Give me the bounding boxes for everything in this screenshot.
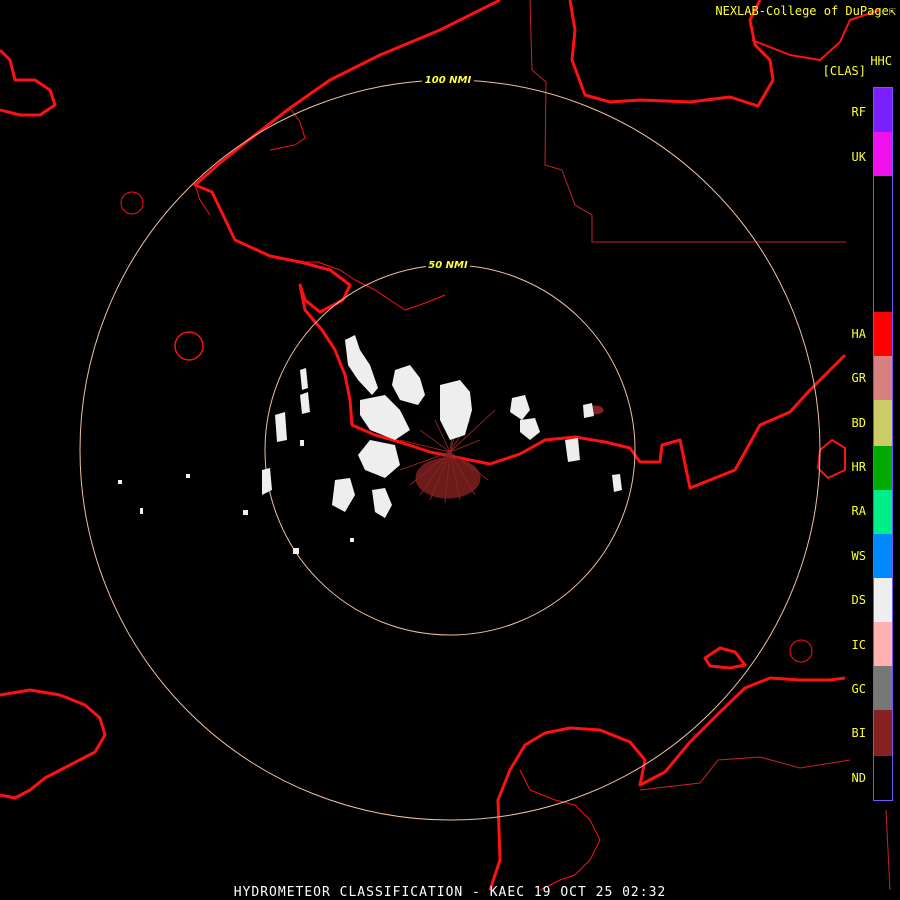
range-ring-label-100: 100 NMI: [425, 75, 472, 86]
legend-swatch-ra: [874, 490, 892, 534]
legend-swatch-nd: [874, 756, 892, 800]
lake-southeast: [789, 639, 813, 663]
legend-swatch-uk: [874, 132, 892, 176]
legend-swatch-bd: [874, 400, 892, 446]
legend-bar: [873, 87, 893, 801]
product-caption: HYDROMETEOR CLASSIFICATION - KAEC 19 OCT…: [233, 885, 667, 900]
credit-label: NEXLAB-College of DuPage⇱: [715, 4, 896, 18]
legend-label-ra: RA: [851, 504, 866, 518]
island-east: [703, 646, 747, 670]
legend-swatch-gc: [874, 666, 892, 710]
legend-label-gr: GR: [851, 371, 866, 385]
product-code: HHC: [870, 54, 892, 68]
legend-label-gc: GC: [851, 682, 866, 696]
link-arrow-icon: ⇱: [888, 4, 896, 18]
legend-swatch-ds: [874, 578, 892, 622]
legend-label-uk: UK: [851, 150, 866, 164]
coastline-west: [0, 48, 57, 117]
legend-label-bd: BD: [851, 416, 866, 430]
legend-label-ws: WS: [851, 549, 866, 563]
lake-northwest: [120, 191, 144, 215]
radar-map: 50 NMI 100 NMI: [0, 0, 891, 891]
echoes-dry-snow: [118, 335, 622, 554]
echo-biological-core: [415, 457, 481, 499]
legend-swatch-bi: [874, 710, 892, 756]
legend-swatch-ws: [874, 534, 892, 578]
boundary-line-north: [529, 0, 846, 243]
legend-label-bi: BI: [851, 726, 866, 740]
coastline-south: [488, 676, 846, 891]
legend-swatch-ic: [874, 622, 892, 666]
legend-label-nd: ND: [851, 771, 866, 785]
coastline-south-inner: [519, 769, 601, 891]
boundary-lines: [529, 0, 891, 891]
legend-label-ic: IC: [851, 638, 866, 652]
coastline-northwest-inner: [194, 107, 446, 311]
legend-label-ha: HA: [851, 327, 866, 341]
product-mode: [CLAS]: [822, 64, 866, 78]
coastline-east: [817, 439, 846, 479]
legend-swatch-ha: [874, 312, 892, 356]
legend-label-hr: HR: [851, 460, 866, 474]
coastline-southwest: [0, 688, 107, 800]
legend-label-rf: RF: [851, 105, 866, 119]
range-ring-label-50: 50 NMI: [428, 260, 468, 271]
legend-label-ds: DS: [851, 593, 866, 607]
lake-west: [174, 331, 204, 361]
legend-swatch-rf: [874, 88, 892, 132]
legend-swatch-gr: [874, 356, 892, 400]
legend-swatch-hr: [874, 446, 892, 490]
boundary-line-east: [885, 809, 891, 891]
